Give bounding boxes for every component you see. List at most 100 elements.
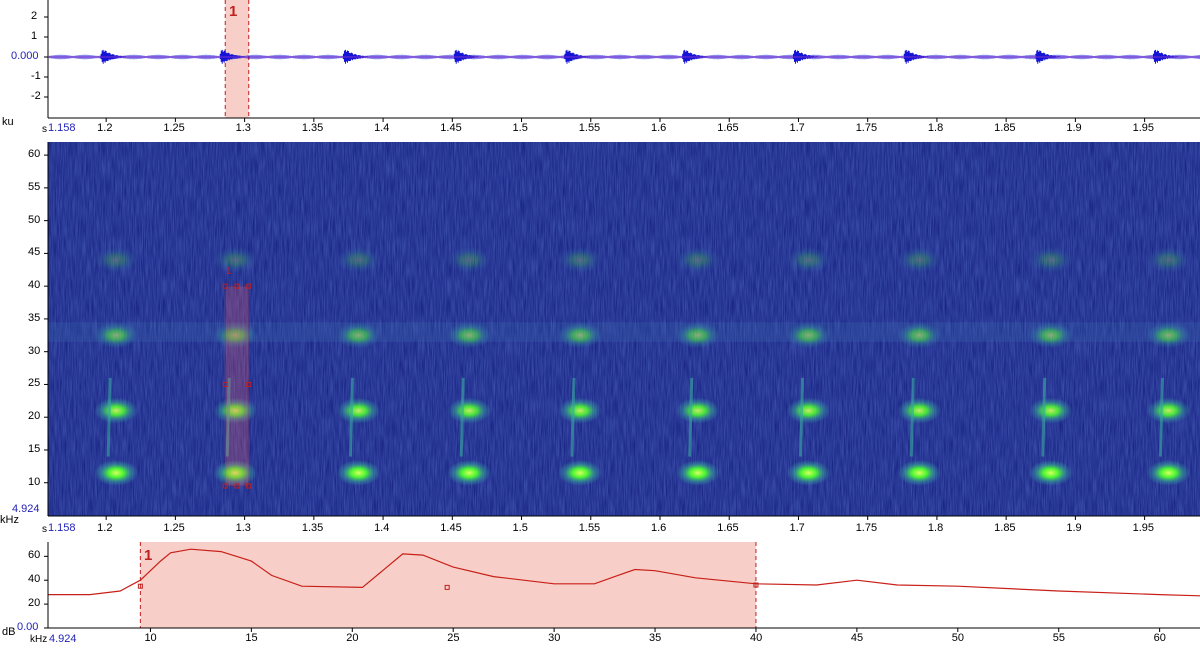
spectrogram-plot[interactable] (0, 138, 1200, 534)
power-y-tick-2: 20 (28, 597, 41, 610)
spectrogram-time-tick-10: 1.7 (789, 522, 805, 534)
spectrogram-time-unit: s (42, 524, 47, 535)
waveform-time-tick-8: 1.6 (651, 122, 667, 134)
spectrogram-call-5-harmonic-0 (675, 459, 720, 486)
spectrogram-call-3-sweep (459, 377, 465, 457)
spectrogram-time-tick-3: 1.35 (301, 522, 324, 534)
spectrogram-y-tick-9: 15 (28, 442, 41, 455)
spectrogram-call-2-sweep (348, 377, 354, 457)
spectrogram-call-9-harmonic-0 (1146, 459, 1191, 486)
power-y-tick-0: 60 (28, 549, 41, 562)
spectrogram-call-0-harmonic-2 (94, 322, 139, 349)
waveform-time-tick-9: 1.65 (717, 122, 739, 134)
spectrogram-time-start: 1.158 (48, 522, 76, 534)
spectrogram-time-tick-15: 1.95 (1132, 522, 1155, 534)
waveform-time-tick-2: 1.3 (235, 122, 251, 134)
spectrogram-call-5-harmonic-2 (675, 322, 720, 349)
spectrogram-call-5-sweep (688, 377, 694, 457)
waveform-time-tick-10: 1.7 (789, 122, 805, 134)
spectrogram-time-tick-14: 1.9 (1066, 522, 1082, 534)
spectrogram-time-tick-7: 1.55 (578, 522, 601, 534)
spectrogram-call-8-harmonic-1 (1028, 397, 1073, 424)
power-x-tick-1: 15 (245, 632, 258, 644)
spectrogram-call-4-harmonic-2 (558, 322, 602, 349)
power-x-tick-9: 55 (1052, 632, 1065, 644)
spectrogram-call-8-harmonic-2 (1028, 322, 1073, 349)
waveform-y-tick-1: 1 (31, 30, 38, 42)
spectrogram-call-0-sweep (106, 377, 112, 457)
spectrogram-call-6-sweep (798, 377, 804, 457)
spectrogram-call-1-harmonic-3 (213, 246, 258, 273)
spectrogram-call-7-harmonic-0 (897, 459, 942, 486)
waveform-time-tick-11: 1.75 (855, 122, 878, 134)
spectrogram-selection-label: 1 (226, 266, 232, 277)
power-x-tick-2: 20 (346, 632, 359, 644)
power-y-tick-1: 40 (28, 573, 41, 586)
power-y-unit: dB (2, 626, 16, 638)
power-x-tick-6: 40 (749, 632, 763, 644)
spectrogram-y-tick-8: 20 (28, 410, 41, 423)
spectrogram-call-2-harmonic-3 (336, 246, 381, 273)
power-x-tick-4: 30 (548, 632, 561, 644)
spectrogram-y-tick-1: 55 (28, 180, 41, 193)
waveform-panel[interactable]: ku 2 1 0.000 -1 -2 s 1.158 1.2 1.25 1.3 1.35 1.4… (0, 0, 1200, 136)
spectrogram-call-4-harmonic-0 (558, 459, 602, 486)
waveform-time-tick-1: 1.25 (163, 122, 185, 134)
spectrogram-call-7-sweep (909, 377, 915, 457)
spectrogram-time-tick-9: 1.65 (717, 522, 739, 534)
spectrogram-call-6-harmonic-2 (786, 322, 831, 349)
spectrogram-call-3-harmonic-3 (447, 246, 492, 273)
power-selection-label: 1 (144, 547, 153, 564)
spectrogram-call-7-harmonic-1 (897, 397, 942, 424)
spectrogram-y-tick-2: 50 (28, 213, 41, 226)
spectrogram-call-9-sweep (1158, 377, 1164, 457)
spectrogram-call-6-harmonic-3 (786, 246, 831, 273)
spectrogram-panel[interactable]: 60 55 50 45 40 35 30 25 20 15 10 4.924 kHz s 1.158… (0, 138, 1200, 535)
waveform-plot[interactable] (0, 0, 1200, 136)
waveform-y-tick-0: 2 (31, 10, 38, 22)
spectrogram-time-tick-0: 1.2 (97, 522, 113, 534)
power-x-start: 4.924 (49, 633, 77, 645)
spectrogram-call-2-harmonic-1 (336, 397, 381, 424)
waveform-time-tick-14: 1.9 (1066, 122, 1082, 134)
power-y-tick-3: 0.00 (17, 621, 39, 633)
spectrogram-call-0-harmonic-1 (94, 397, 139, 424)
spectrogram-call-4-sweep (570, 377, 576, 457)
spectrogram-call-9-harmonic-2 (1146, 322, 1191, 349)
waveform-time-unit: s (42, 124, 47, 135)
spectrogram-call-8-sweep (1041, 377, 1047, 457)
power-x-tick-5: 35 (649, 632, 662, 644)
spectrogram-call-8-harmonic-0 (1028, 459, 1073, 486)
power-spectrum-plot[interactable] (0, 538, 1200, 648)
waveform-time-tick-5: 1.45 (440, 122, 462, 134)
spectrogram-call-9-harmonic-1 (1146, 397, 1191, 424)
spectrogram-y-tick-4: 40 (28, 279, 41, 292)
spectrogram-selection-box (224, 285, 250, 487)
power-x-tick-0: 10 (144, 632, 157, 644)
spectrogram-time-tick-1: 1.25 (163, 522, 185, 534)
spectrogram-time-tick-4: 1.4 (374, 522, 390, 534)
spectrogram-time-tick-13: 1.85 (994, 522, 1016, 534)
waveform-y-tick-2: 0.000 (11, 50, 39, 62)
spectrogram-time-tick-8: 1.6 (651, 522, 667, 534)
spectrogram-call-4-harmonic-1 (558, 397, 602, 424)
spectrogram-time-tick-11: 1.75 (855, 522, 878, 534)
spectrogram-y-tick-6: 30 (28, 344, 41, 357)
power-x-tick-8: 50 (951, 632, 965, 644)
spectrogram-call-3-harmonic-2 (447, 322, 492, 349)
spectrogram-time-tick-12: 1.8 (927, 522, 944, 534)
waveform-time-tick-3: 1.35 (301, 122, 324, 134)
spectrogram-call-6-harmonic-1 (786, 397, 831, 424)
spectrogram-call-5-harmonic-1 (675, 397, 720, 424)
spectrogram-y-tick-5: 35 (28, 311, 41, 324)
spectrogram-call-7-harmonic-3 (897, 246, 942, 273)
power-x-tick-3: 25 (447, 632, 460, 644)
spectrogram-call-0-harmonic-3 (94, 246, 139, 273)
waveform-time-tick-4: 1.4 (374, 122, 390, 134)
spectrogram-call-8-harmonic-3 (1028, 246, 1073, 273)
waveform-time-tick-0: 1.2 (97, 122, 113, 134)
power-x-tick-10: 60 (1153, 632, 1166, 644)
power-spectrum-panel[interactable]: 60 40 20 0.00 dB kHz 4.924 10 15 20 25 30 35 40 45… (0, 538, 1200, 648)
power-x-unit: kHz (30, 634, 48, 645)
spectrogram-time-tick-5: 1.45 (440, 522, 462, 534)
